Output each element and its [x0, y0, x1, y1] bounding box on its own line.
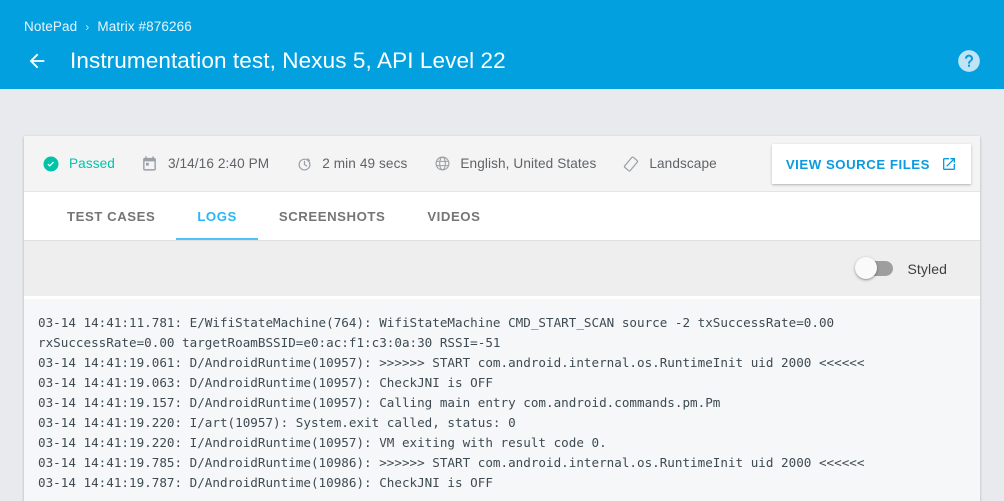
breadcrumb-separator-icon: ›	[85, 21, 89, 33]
log-line: 03-14 14:41:19.220: I/art(10957): System…	[38, 413, 980, 433]
check-circle-icon	[42, 155, 60, 173]
screen-rotation-icon	[622, 155, 640, 173]
logs-toolbar: Styled	[24, 241, 980, 299]
title-row: Instrumentation test, Nexus 5, API Level…	[24, 43, 506, 79]
summary-bar: Passed 3/14/16 2:40 PM	[24, 136, 980, 192]
log-line: 03-14 14:41:19.157: D/AndroidRuntime(109…	[38, 393, 980, 413]
back-button[interactable]	[24, 48, 50, 74]
log-line: 03-14 14:41:11.781: E/WifiStateMachine(7…	[38, 313, 980, 333]
summary-date-label: 3/14/16 2:40 PM	[168, 156, 269, 171]
open-in-new-icon	[941, 156, 957, 172]
tab-logs-label: LOGS	[197, 209, 237, 224]
summary-locale-label: English, United States	[460, 156, 596, 171]
log-line: 03-14 14:41:19.787: D/AndroidRuntime(109…	[38, 473, 980, 493]
log-line: 03-14 14:41:19.785: D/AndroidRuntime(109…	[38, 453, 980, 473]
results-card: Passed 3/14/16 2:40 PM	[24, 136, 980, 501]
test-results-page: NotePad › Matrix #876266 Instrumentation…	[0, 0, 1004, 501]
stopwatch-icon	[295, 155, 313, 173]
tab-bar: TEST CASES LOGS SCREENSHOTS VIDEOS	[24, 192, 980, 241]
summary-item-orientation: Landscape	[622, 155, 716, 173]
styled-toggle-label: Styled	[907, 261, 947, 277]
globe-icon	[433, 155, 451, 173]
breadcrumb: NotePad › Matrix #876266	[24, 19, 192, 34]
tab-screenshots-label: SCREENSHOTS	[279, 209, 385, 224]
log-line: rxSuccessRate=0.00 targetRoamBSSID=e0:ac…	[38, 333, 980, 353]
styled-toggle-knob	[855, 257, 877, 279]
log-output[interactable]: 03-14 14:41:11.781: E/WifiStateMachine(7…	[24, 299, 980, 501]
log-line: 03-14 14:41:19.220: I/AndroidRuntime(109…	[38, 433, 980, 453]
log-line: 03-14 14:41:19.063: D/AndroidRuntime(109…	[38, 373, 980, 393]
summary-item-locale: English, United States	[433, 155, 596, 173]
app-bar: NotePad › Matrix #876266 Instrumentation…	[0, 0, 1004, 89]
breadcrumb-item-app[interactable]: NotePad	[24, 19, 77, 34]
summary-duration-label: 2 min 49 secs	[322, 156, 407, 171]
help-button[interactable]	[956, 48, 982, 74]
tab-videos[interactable]: VIDEOS	[406, 192, 501, 240]
calendar-icon	[141, 155, 159, 173]
summary-orientation-label: Landscape	[649, 156, 716, 171]
tab-videos-label: VIDEOS	[427, 209, 480, 224]
tab-test-cases-label: TEST CASES	[67, 209, 155, 224]
log-line: 03-14 14:41:19.061: D/AndroidRuntime(109…	[38, 353, 980, 373]
summary-item-status: Passed	[42, 155, 115, 173]
arrow-back-icon	[26, 50, 48, 72]
view-source-files-button[interactable]: VIEW SOURCE FILES	[772, 144, 971, 184]
styled-toggle[interactable]	[857, 261, 893, 276]
page-title: Instrumentation test, Nexus 5, API Level…	[70, 48, 506, 74]
summary-item-date: 3/14/16 2:40 PM	[141, 155, 269, 173]
help-circle-icon	[956, 48, 982, 74]
summary-item-duration: 2 min 49 secs	[295, 155, 407, 173]
breadcrumb-item-matrix[interactable]: Matrix #876266	[97, 19, 191, 34]
tab-screenshots[interactable]: SCREENSHOTS	[258, 192, 406, 240]
view-source-files-label: VIEW SOURCE FILES	[786, 157, 930, 172]
tab-logs[interactable]: LOGS	[176, 192, 258, 240]
tab-test-cases[interactable]: TEST CASES	[46, 192, 176, 240]
summary-status-label: Passed	[69, 156, 115, 171]
